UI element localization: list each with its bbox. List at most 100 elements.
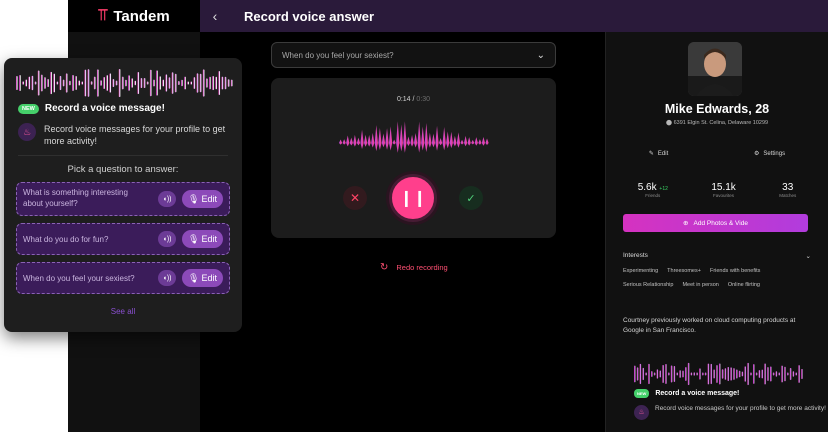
waveform-spike xyxy=(399,124,403,152)
voice-message-popup: NEW Record a voice message! ♨ Record voi… xyxy=(4,58,242,332)
waveform-bar xyxy=(772,372,775,376)
discard-button[interactable]: ✕ xyxy=(343,186,367,210)
waveform-bar xyxy=(93,76,96,90)
waveform-bar xyxy=(50,71,52,95)
waveform-bar xyxy=(230,79,233,87)
waveform-spike xyxy=(371,132,375,148)
close-icon: ✕ xyxy=(349,191,361,205)
add-photos-button[interactable]: ⊕ Add Photos & Vide xyxy=(623,214,808,232)
brand[interactable]: ⫪ Tandem xyxy=(68,0,200,32)
speaker-icon: ◖)) xyxy=(162,235,172,243)
waveform-bar xyxy=(775,371,778,377)
timer-separator: / xyxy=(412,96,415,103)
redo-label: Redo recording xyxy=(396,263,448,272)
stat-value: 15.1k xyxy=(711,182,736,193)
interest-tag[interactable]: Serious Relationship xyxy=(623,282,673,288)
waveform-bar xyxy=(149,69,152,97)
question-card[interactable]: What is something interesting about your… xyxy=(16,182,230,216)
edit-label: Edit xyxy=(657,151,669,157)
waveform-spike xyxy=(392,139,396,145)
waveform-bar xyxy=(741,371,744,377)
waveform-bar xyxy=(798,365,800,383)
interests-header[interactable]: Interests ⌄ xyxy=(623,252,811,260)
waveform-bar xyxy=(44,77,46,89)
waveform-spike xyxy=(389,126,393,151)
question-select[interactable]: When do you feel your sexiest? ⌄ xyxy=(271,42,556,68)
edit-question-button[interactable]: 🎙 Edit xyxy=(182,190,223,208)
waveform-bar xyxy=(87,69,90,97)
waveform-bar xyxy=(118,68,121,98)
waveform-bar xyxy=(125,79,127,87)
waveform-spike xyxy=(356,137,361,146)
stat-friends[interactable]: 5.6k +12 Friends xyxy=(638,182,668,198)
waveform-bar xyxy=(153,79,155,87)
waveform-spike xyxy=(439,138,443,146)
stat-matches[interactable]: 33 Matches xyxy=(779,182,796,198)
waveform-bar xyxy=(34,81,37,85)
waveform-bar xyxy=(764,363,766,385)
waveform-bar xyxy=(140,77,143,89)
interest-tag[interactable]: Threesomes+ xyxy=(667,268,701,274)
waveform-spike xyxy=(435,125,439,151)
interest-tag[interactable]: Meet in person xyxy=(682,282,718,288)
new-badge: NEW xyxy=(18,103,39,114)
avatar[interactable] xyxy=(688,42,742,96)
waveform-bar xyxy=(156,70,158,96)
settings-button[interactable]: ⚙ Settings xyxy=(754,150,785,157)
waveform-bar xyxy=(171,72,174,94)
stat-value: 33 xyxy=(782,182,794,193)
pause-button[interactable]: ❙❙ xyxy=(389,174,437,222)
confirm-button[interactable]: ✓ xyxy=(459,186,483,210)
waveform-bar xyxy=(112,79,115,87)
waveform-bar xyxy=(634,365,636,383)
edit-question-button[interactable]: 🎙 Edit xyxy=(182,269,223,287)
edit-profile-button[interactable]: ✎ Edit xyxy=(649,150,668,157)
waveform-bar xyxy=(636,367,639,381)
redo-recording-button[interactable]: ↻ Redo recording xyxy=(380,262,448,273)
back-button[interactable]: ‹ xyxy=(200,0,230,32)
divider xyxy=(18,155,228,156)
waveform-spike xyxy=(446,131,450,149)
see-all-link[interactable]: See all xyxy=(4,307,242,316)
stat-favourites[interactable]: 15.1k Favourites xyxy=(711,182,735,198)
waveform-spike xyxy=(421,126,425,151)
pencil-icon: ✎ xyxy=(648,151,654,157)
waveform-bar xyxy=(687,362,690,386)
stat-label: Matches xyxy=(779,193,797,198)
waveform-bar xyxy=(787,372,789,376)
waveform-bar xyxy=(68,80,71,86)
waveform-bar xyxy=(100,80,102,86)
waveform-bar xyxy=(75,76,77,90)
waveform-bar xyxy=(84,69,87,97)
waveform-bar xyxy=(673,366,676,382)
waveform-bar xyxy=(193,77,196,89)
waveform-spike xyxy=(403,121,407,153)
interest-tag[interactable]: Online flirting xyxy=(728,282,760,288)
waveform-spike xyxy=(456,132,461,148)
popup-waveform xyxy=(16,68,233,98)
waveform-bar xyxy=(205,78,208,88)
waveform-bar xyxy=(789,368,792,380)
profile-voice-waveform xyxy=(634,362,803,386)
waveform-bar xyxy=(187,81,189,85)
play-audio-button[interactable]: ◖)) xyxy=(158,231,177,247)
microphone-icon: 🎙 xyxy=(188,193,200,204)
question-card[interactable]: When do you feel your sexiest? ◖)) 🎙 Edit xyxy=(16,262,230,294)
waveform-bar xyxy=(137,71,140,95)
waveform-bar xyxy=(685,367,687,381)
waveform-spike xyxy=(428,132,432,148)
brand-name: Tandem xyxy=(113,7,170,25)
interest-tag[interactable]: Friends with benefits xyxy=(710,268,760,274)
waveform-bar xyxy=(90,81,93,85)
waveform-bar xyxy=(221,76,224,90)
plus-circle-icon: ⊕ xyxy=(683,220,689,227)
stat-delta: +12 xyxy=(659,186,668,192)
waveform-bar xyxy=(653,372,656,376)
waveform-bar xyxy=(679,370,681,378)
play-audio-button[interactable]: ◖)) xyxy=(158,270,177,286)
edit-question-button[interactable]: 🎙 Edit xyxy=(182,230,223,248)
play-audio-button[interactable]: ◖)) xyxy=(158,191,177,207)
interest-tag[interactable]: Experimenting xyxy=(623,268,658,274)
waveform-bar xyxy=(181,79,183,87)
question-card[interactable]: What do you do for fun? ◖)) 🎙 Edit xyxy=(16,223,230,255)
